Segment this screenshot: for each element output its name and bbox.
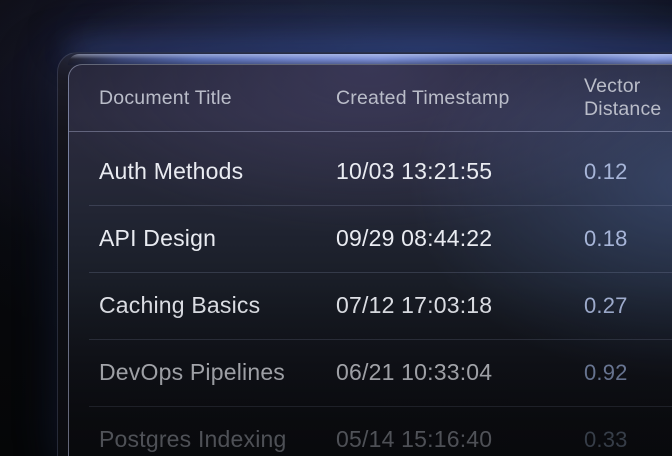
cell-created-timestamp: 06/21 10:33:04	[336, 359, 584, 386]
cell-created-timestamp: 09/29 08:44:22	[336, 225, 584, 252]
cell-document-title: Auth Methods	[99, 158, 336, 185]
column-header-created-timestamp: Created Timestamp	[336, 87, 584, 110]
cell-vector-distance: 0.12	[584, 159, 672, 185]
cell-vector-distance: 0.33	[584, 427, 672, 453]
cell-created-timestamp: 07/12 17:03:18	[336, 292, 584, 319]
table-row[interactable]: Postgres Indexing 05/14 15:16:40 0.33	[69, 406, 672, 456]
table-row[interactable]: Auth Methods 10/03 13:21:55 0.12	[69, 138, 672, 205]
cell-created-timestamp: 05/14 15:16:40	[336, 426, 584, 453]
results-table-card: Document Title Created Timestamp Vector …	[57, 52, 672, 456]
cell-vector-distance: 0.92	[584, 360, 672, 386]
cell-document-title: API Design	[99, 225, 336, 252]
column-header-vector-distance: Vector Distance	[584, 75, 672, 121]
table-row[interactable]: API Design 09/29 08:44:22 0.18	[69, 205, 672, 272]
results-table: Document Title Created Timestamp Vector …	[68, 64, 672, 456]
cell-document-title: Postgres Indexing	[99, 426, 336, 453]
cell-document-title: Caching Basics	[99, 292, 336, 319]
cell-vector-distance: 0.18	[584, 226, 672, 252]
table-body: Auth Methods 10/03 13:21:55 0.12 API Des…	[69, 132, 672, 456]
cell-document-title: DevOps Pipelines	[99, 359, 336, 386]
column-header-document-title: Document Title	[99, 87, 336, 110]
table-header-row: Document Title Created Timestamp Vector …	[69, 65, 672, 132]
table-row[interactable]: Caching Basics 07/12 17:03:18 0.27	[69, 272, 672, 339]
table-row[interactable]: DevOps Pipelines 06/21 10:33:04 0.92	[69, 339, 672, 406]
cell-vector-distance: 0.27	[584, 293, 672, 319]
cell-created-timestamp: 10/03 13:21:55	[336, 158, 584, 185]
